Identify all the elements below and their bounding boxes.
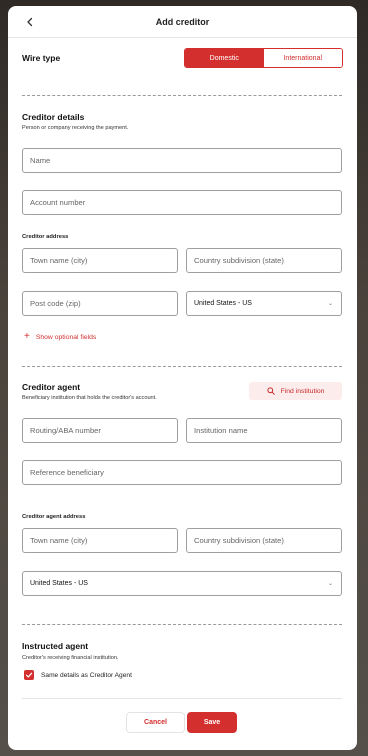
section-divider (22, 366, 342, 367)
find-institution-label: Find institution (280, 387, 325, 395)
section-divider (22, 624, 342, 625)
find-institution-button[interactable]: Find institution (249, 382, 342, 400)
creditor-details-title: Creditor details (22, 112, 85, 122)
agent-country-select-value: United States - US (30, 580, 88, 587)
country-select-value: United States - US (194, 300, 252, 307)
creditor-agent-subtitle: Beneficiary institution that holds the c… (22, 395, 157, 401)
country-select[interactable]: United States - US ⌄ (186, 291, 342, 316)
creditor-agent-address-label: Creditor agent address (22, 514, 86, 520)
show-optional-fields-link[interactable]: + Show optional fields (24, 332, 96, 342)
instructed-agent-subtitle: Creditor's receiving financial instituti… (22, 655, 119, 661)
reference-beneficiary-field[interactable]: Reference beneficiary (22, 460, 342, 485)
section-divider (22, 95, 342, 96)
dialog-title: Add creditor (155, 16, 210, 27)
show-optional-fields-label: Show optional fields (35, 333, 97, 341)
add-creditor-dialog: Add creditor Wire type Domestic Internat… (8, 6, 357, 750)
search-icon (266, 387, 275, 395)
chevron-down-icon: ⌄ (327, 301, 333, 307)
international-option[interactable]: International (263, 49, 342, 67)
wire-type-toggle: Domestic International (184, 48, 343, 68)
agent-town-field[interactable]: Town name (city) (22, 528, 178, 553)
routing-number-field[interactable]: Routing/ABA number (22, 418, 178, 443)
plus-icon: + (24, 331, 30, 342)
account-number-field[interactable]: Account number (22, 190, 342, 215)
chevron-down-icon: ⌄ (327, 581, 333, 587)
same-details-label: Same details as Creditor Agent (41, 671, 132, 679)
agent-state-field[interactable]: Country subdivision (state) (186, 528, 342, 553)
creditor-agent-title: Creditor agent (22, 382, 81, 392)
same-details-row: Same details as Creditor Agent (24, 670, 132, 680)
name-field[interactable]: Name (22, 148, 342, 173)
cancel-button[interactable]: Cancel (126, 712, 185, 733)
domestic-option[interactable]: Domestic (185, 49, 264, 67)
zip-field[interactable]: Post code (zip) (22, 291, 178, 316)
wire-type-label: Wire type (22, 53, 61, 63)
instructed-agent-title: Instructed agent (22, 641, 89, 651)
footer-divider (22, 698, 342, 699)
same-details-checkbox[interactable] (24, 670, 34, 680)
agent-country-select[interactable]: United States - US ⌄ (22, 571, 342, 596)
chevron-left-icon (27, 17, 33, 27)
check-icon (25, 672, 33, 678)
town-field[interactable]: Town name (city) (22, 248, 178, 273)
creditor-details-subtitle: Person or company receiving the payment. (22, 125, 129, 131)
save-button[interactable]: Save (187, 712, 237, 733)
state-field[interactable]: Country subdivision (state) (186, 248, 342, 273)
back-button[interactable] (22, 14, 38, 30)
dialog-header: Add creditor (8, 6, 357, 38)
institution-name-field[interactable]: Institution name (186, 418, 342, 443)
creditor-address-label: Creditor address (22, 234, 69, 240)
